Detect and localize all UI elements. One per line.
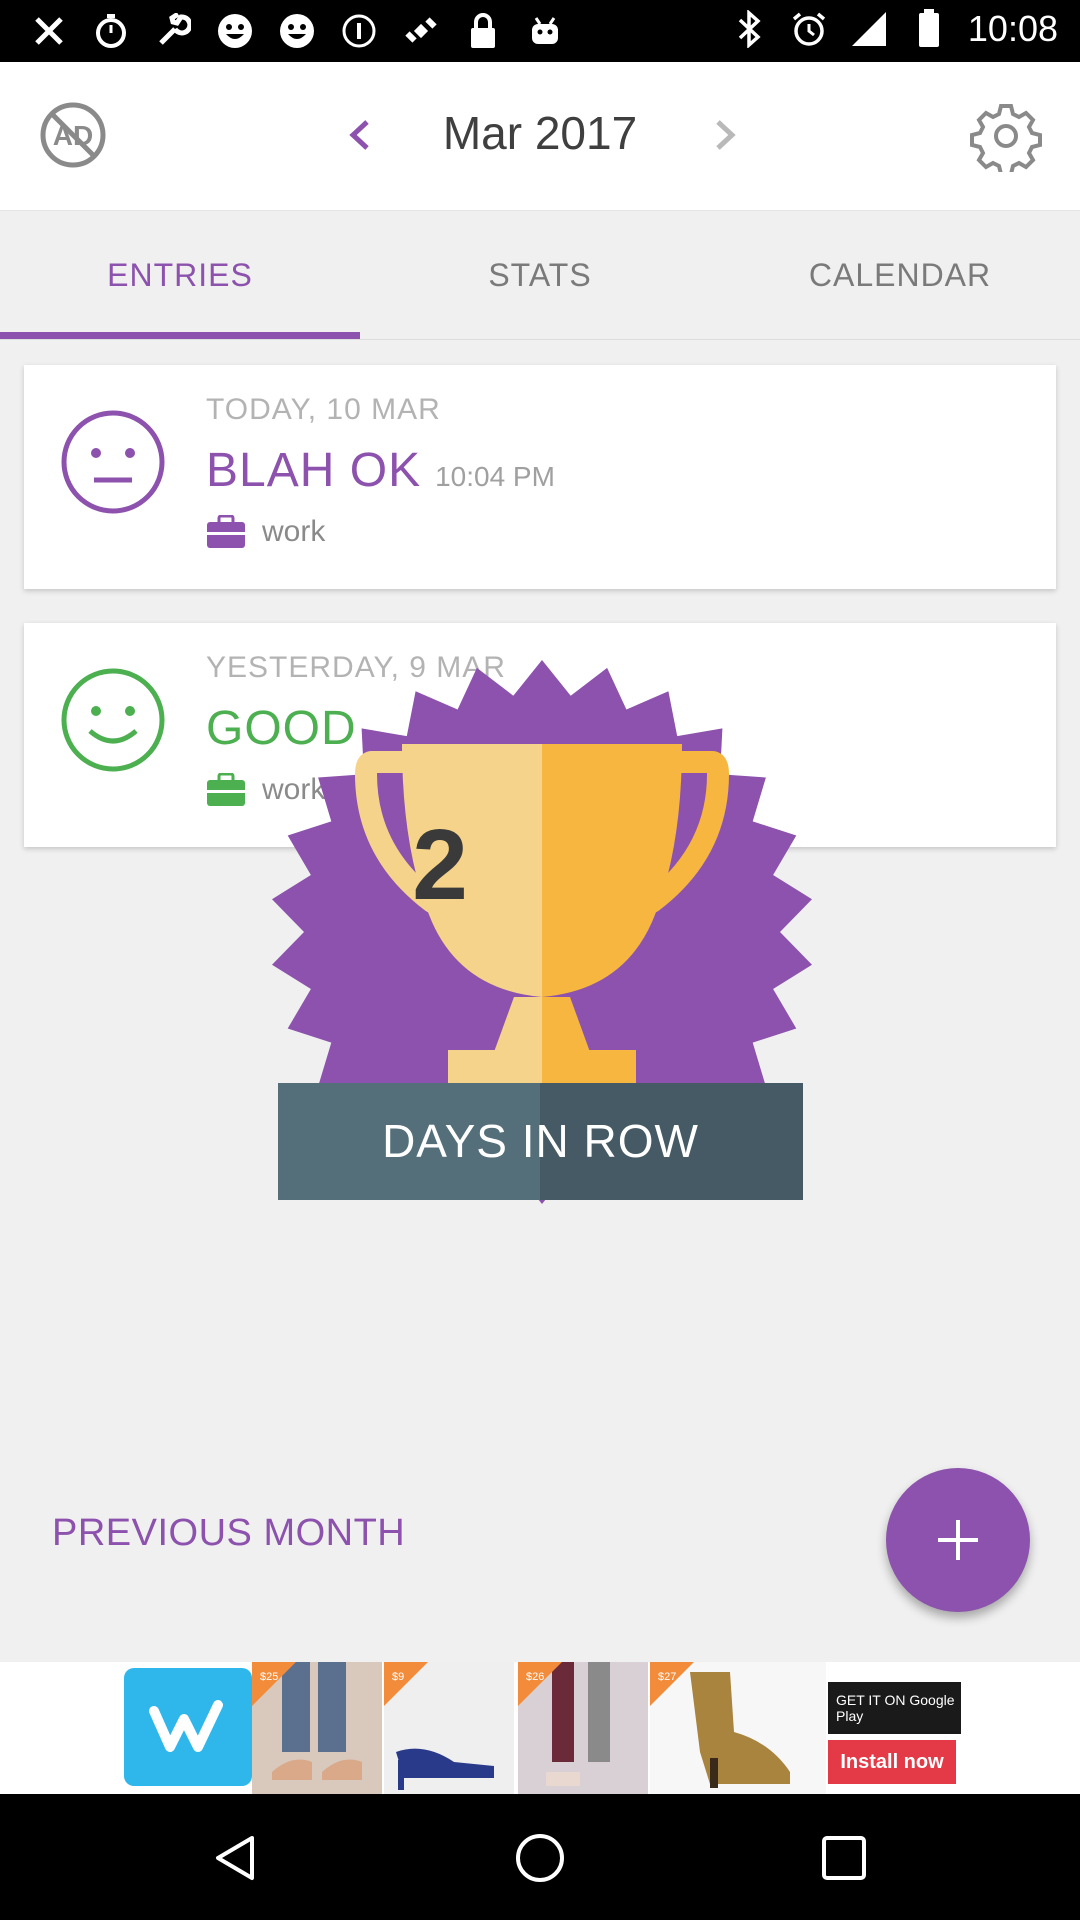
price-tag: $25 <box>252 1662 296 1706</box>
settings-gear-icon[interactable] <box>970 100 1042 176</box>
lock-icon <box>462 10 504 52</box>
google-play-badge[interactable]: GET IT ON Google Play <box>828 1682 961 1734</box>
entry-activity-label: work <box>262 515 326 548</box>
entry-mood-label: BLAH OK <box>206 444 422 497</box>
active-tab-indicator <box>0 332 360 339</box>
price-tag-label: $25 <box>260 1671 278 1683</box>
satellite-icon <box>400 10 442 52</box>
status-bar: 10:08 <box>0 0 1080 62</box>
recents-icon[interactable] <box>818 1832 870 1884</box>
entry-time: 10:04 PM <box>435 461 555 492</box>
wrench-icon <box>152 10 194 52</box>
streak-count: 2 <box>412 809 468 921</box>
briefcase-icon <box>207 515 245 548</box>
timer-icon <box>90 10 132 52</box>
back-icon[interactable] <box>210 1832 262 1884</box>
smiley-icon <box>276 10 318 52</box>
home-icon[interactable] <box>514 1832 566 1884</box>
alarm-icon <box>788 8 830 50</box>
entry-mood: BLAH OK 10:04 PM <box>206 443 555 498</box>
tab-entries[interactable]: ENTRIES <box>0 211 360 339</box>
days-in-row-banner: DAYS IN ROW <box>278 1083 803 1200</box>
tab-stats[interactable]: STATS <box>360 211 720 339</box>
entry-card[interactable]: TODAY, 10 MAR BLAH OK 10:04 PM work <box>24 365 1056 589</box>
entry-date: TODAY, 10 MAR <box>206 393 441 426</box>
smiley-icon <box>214 10 256 52</box>
price-tag-label: $27 <box>658 1671 676 1683</box>
price-tag: $9 <box>384 1662 428 1706</box>
tab-calendar[interactable]: CALENDAR <box>720 211 1080 339</box>
clock: 10:08 <box>967 8 1058 49</box>
app-header: AD Mar 2017 <box>0 62 1080 211</box>
next-month-arrow-icon[interactable] <box>700 110 750 160</box>
price-tag-label: $26 <box>526 1671 544 1683</box>
wish-logo-icon <box>124 1668 252 1786</box>
neutral-face-icon <box>60 409 166 515</box>
previous-month-arrow-icon[interactable] <box>335 110 385 160</box>
smiling-face-icon <box>60 667 166 773</box>
previous-month-link[interactable]: PREVIOUS MONTH <box>52 1512 405 1555</box>
close-x-icon <box>28 10 70 52</box>
bluetooth-icon <box>728 8 770 50</box>
no-ads-icon[interactable]: AD <box>38 100 108 170</box>
add-entry-button[interactable] <box>886 1468 1030 1612</box>
price-tag: $27 <box>650 1662 694 1706</box>
plus-icon <box>938 1520 978 1560</box>
briefcase-icon <box>207 773 245 806</box>
ad-banner[interactable]: $25 $9 $26 $27 GET IT ON Google Play Ins… <box>0 1662 1080 1794</box>
days-in-row-label: DAYS IN ROW <box>382 1115 699 1167</box>
price-tag-label: $9 <box>392 1671 404 1683</box>
info-icon <box>338 10 380 52</box>
month-title: Mar 2017 <box>442 107 638 159</box>
entry-activity: work <box>206 515 325 549</box>
tab-bar: ENTRIES STATS CALENDAR <box>0 211 1080 340</box>
android-icon <box>524 10 566 52</box>
signal-icon <box>848 8 890 50</box>
price-tag: $26 <box>518 1662 562 1706</box>
battery-icon <box>908 8 950 50</box>
install-now-button[interactable]: Install now <box>828 1740 956 1784</box>
navigation-bar <box>0 1794 1080 1920</box>
